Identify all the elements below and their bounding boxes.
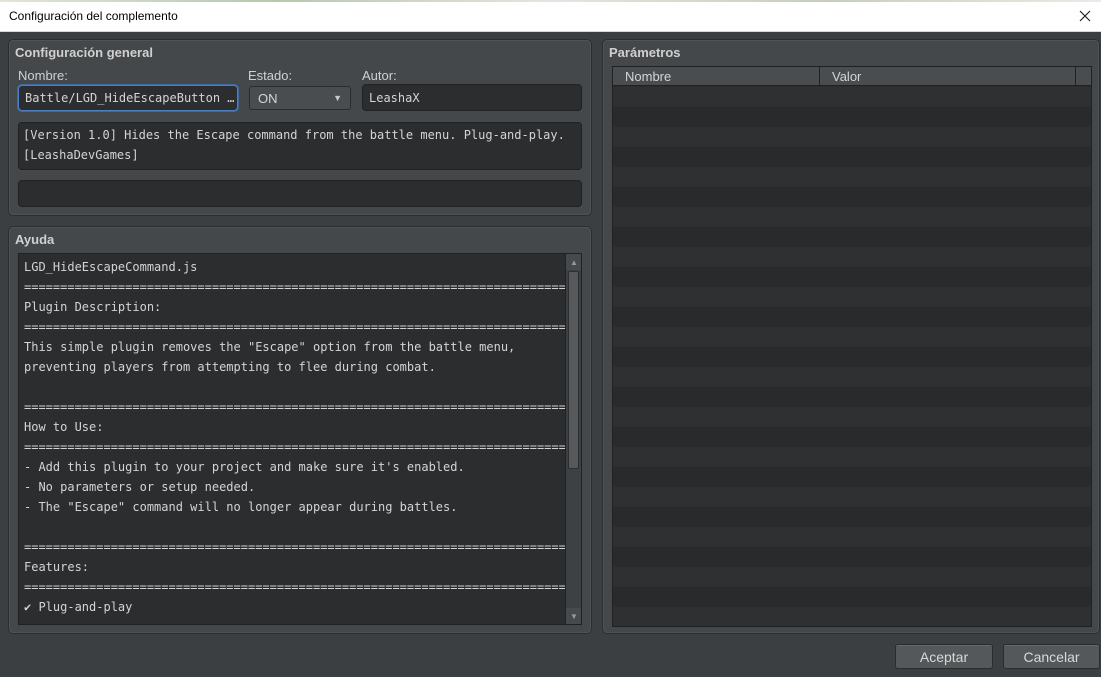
table-row (613, 467, 1091, 487)
status-select[interactable]: ON ▼ (249, 86, 351, 110)
table-row (613, 147, 1091, 167)
help-text: LGD_HideEscapeCommand.js ===============… (24, 260, 574, 614)
name-label: Nombre: (18, 68, 68, 83)
table-row (613, 227, 1091, 247)
table-row (613, 527, 1091, 547)
table-row (613, 567, 1091, 587)
table-row (613, 347, 1091, 367)
params-header: Nombre Valor (613, 67, 1091, 86)
table-row (613, 427, 1091, 447)
name-field[interactable]: Battle/LGD_HideEscapeButton … (18, 85, 238, 111)
table-row (613, 187, 1091, 207)
table-row (613, 507, 1091, 527)
help-scrollbar[interactable]: ▲ ▼ (565, 254, 581, 624)
cancel-button[interactable]: Cancelar (1003, 644, 1100, 669)
params-panel: Parámetros Nombre Valor (602, 39, 1100, 634)
table-row (613, 407, 1091, 427)
params-table[interactable]: Nombre Valor (612, 66, 1092, 627)
scroll-thumb[interactable] (568, 271, 579, 469)
table-row (613, 367, 1091, 387)
table-row (613, 167, 1091, 187)
general-panel: Configuración general Nombre: Battle/LGD… (8, 39, 592, 216)
column-name-header[interactable]: Nombre (613, 67, 820, 86)
column-value-header[interactable]: Valor (820, 67, 1076, 86)
description-field[interactable]: [Version 1.0] Hides the Escape command f… (18, 122, 582, 170)
window-title: Configuración del complemento (9, 9, 178, 23)
extra-field[interactable] (18, 180, 582, 207)
table-row (613, 387, 1091, 407)
title-accent-strip (0, 0, 1101, 2)
table-row (613, 267, 1091, 287)
scroll-up-icon[interactable]: ▲ (566, 254, 581, 270)
chevron-down-icon: ▼ (333, 93, 342, 103)
author-field[interactable]: LeashaX (362, 84, 582, 111)
table-row (613, 447, 1091, 467)
help-panel-title: Ayuda (15, 232, 55, 247)
dialog-body: Configuración general Nombre: Battle/LGD… (0, 33, 1101, 677)
help-textarea[interactable]: LGD_HideEscapeCommand.js ===============… (18, 253, 582, 625)
table-row (613, 307, 1091, 327)
name-value: Battle/LGD_HideEscapeButton … (25, 91, 235, 105)
status-label: Estado: (248, 68, 293, 83)
table-row (613, 487, 1091, 507)
table-row (613, 547, 1091, 567)
table-row (613, 107, 1091, 127)
window-titlebar: Configuración del complemento (0, 0, 1101, 32)
status-value: ON (258, 90, 278, 106)
params-panel-title: Parámetros (609, 45, 681, 60)
table-row (613, 207, 1091, 227)
table-row (613, 607, 1091, 626)
scroll-down-icon[interactable]: ▼ (566, 608, 581, 624)
help-panel: Ayuda LGD_HideEscapeCommand.js =========… (8, 226, 592, 634)
author-label: Autor: (362, 68, 397, 83)
table-row (613, 287, 1091, 307)
table-row (613, 127, 1091, 147)
table-row (613, 87, 1091, 107)
author-value: LeashaX (369, 90, 420, 105)
ok-button[interactable]: Aceptar (895, 644, 993, 669)
params-rows (613, 87, 1091, 626)
close-icon[interactable] (1073, 4, 1097, 28)
table-row (613, 587, 1091, 607)
table-row (613, 247, 1091, 267)
table-row (613, 327, 1091, 347)
general-panel-title: Configuración general (15, 45, 153, 60)
